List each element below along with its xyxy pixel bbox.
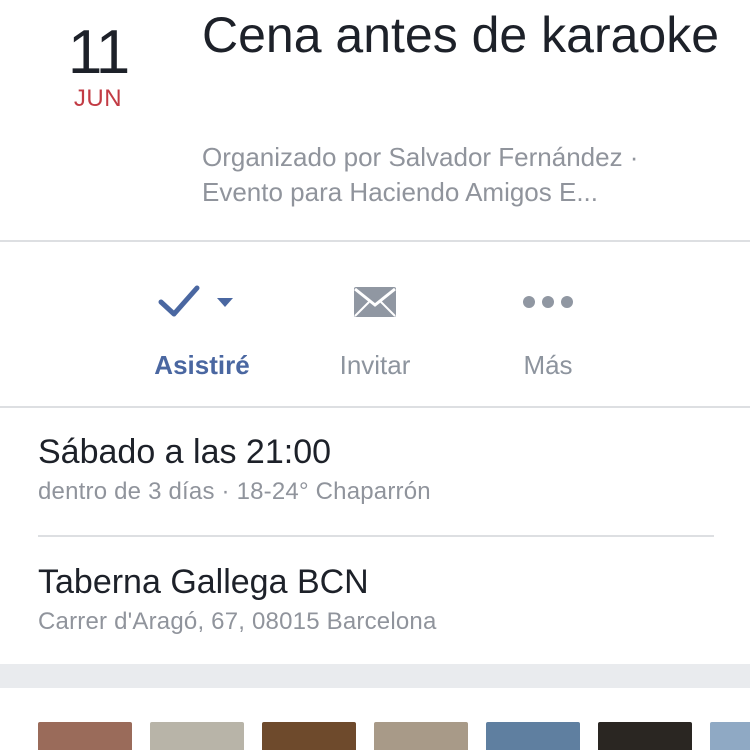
event-location-row[interactable]: Taberna Gallega BCN Carrer d'Aragó, 67, … <box>38 562 714 636</box>
event-time-row[interactable]: Sábado a las 21:00 dentro de 3 días · 18… <box>38 432 714 506</box>
event-title: Cena antes de karaoke <box>202 7 720 63</box>
event-date: 11 JUN <box>52 22 144 112</box>
photo-thumbnail[interactable] <box>486 722 580 750</box>
divider <box>38 535 714 537</box>
photo-thumbnail[interactable] <box>710 722 750 750</box>
photo-strip <box>0 688 750 750</box>
photo-thumbnail[interactable] <box>38 722 132 750</box>
event-organizer[interactable]: Organizado por Salvador Fernández · Even… <box>202 140 722 210</box>
event-time-detail: dentro de 3 días · 18-24° Chaparrón <box>38 478 431 505</box>
going-button[interactable]: Asistiré <box>122 272 282 392</box>
section-separator <box>0 664 750 688</box>
more-dots-icon <box>523 296 573 308</box>
more-button[interactable]: Más <box>468 272 628 392</box>
photo-thumbnail[interactable] <box>598 722 692 750</box>
event-date-month: JUN <box>73 85 123 112</box>
event-header: 11 JUN Cena antes de karaoke Organizado … <box>0 0 750 240</box>
invite-label: Invitar <box>339 350 411 380</box>
check-icon <box>158 285 233 317</box>
going-label: Asistiré <box>154 350 250 380</box>
event-address: Carrer d'Aragó, 67, 08015 Barcelona <box>38 608 437 635</box>
action-bar: Asistiré Invitar Más <box>0 242 750 406</box>
photo-thumbnail[interactable] <box>374 722 468 750</box>
photo-thumbnail[interactable] <box>150 722 244 750</box>
envelope-icon <box>354 287 396 317</box>
event-time: Sábado a las 21:00 <box>38 433 332 471</box>
event-venue: Taberna Gallega BCN <box>38 563 369 601</box>
event-date-day: 11 <box>67 18 130 87</box>
chevron-down-icon <box>217 298 233 307</box>
more-label: Más <box>523 350 573 380</box>
divider <box>0 406 750 408</box>
photo-thumbnail[interactable] <box>262 722 356 750</box>
invite-button[interactable]: Invitar <box>295 272 455 392</box>
